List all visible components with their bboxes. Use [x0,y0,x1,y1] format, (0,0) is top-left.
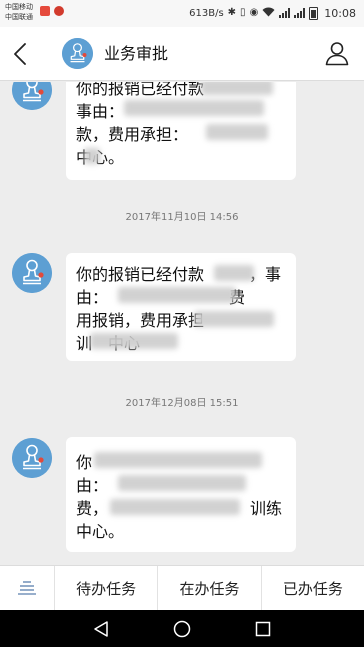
redacted-region [214,265,254,281]
back-button[interactable] [4,36,36,72]
message-list[interactable]: 你的报销已经付款 事由： 款，费用承担： 中心。 2017年11月10日 14:… [0,82,364,565]
status-bar: 中国移动 中国联通 613B/s ✱ ▯ ◉ 10:08 [0,0,364,27]
battery-icon [309,6,319,20]
message-line: 训练 [250,499,283,518]
bluetooth-icon: ✱ [227,7,237,18]
message-line: 你 [76,453,93,472]
tab-in-progress-tasks[interactable]: 在办任务 [157,565,260,611]
page-title: 业务审批 [104,44,169,63]
stamp-icon [12,438,52,478]
message-line: 用报销，费用承担 [76,311,205,330]
redacted-region [110,499,240,515]
redacted-region [90,333,178,349]
message-bubble[interactable]: 你 由： 费， 训练 中心。 [66,437,296,552]
home-circle-icon [173,620,191,637]
menu-icon [18,581,36,595]
wifi-icon [262,7,275,20]
tab-completed-tasks[interactable]: 已办任务 [260,565,364,611]
redacted-region [124,100,264,116]
nav-home-button[interactable] [170,617,194,641]
notification-alert-icon [54,6,64,16]
menu-button[interactable] [0,566,54,611]
message-avatar [12,438,52,478]
message-bubble[interactable]: 你的报销已经付款，事 由：费 用报销，费用承担 训中心 [66,253,296,361]
carrier-1: 中国移动 [5,3,33,11]
message-timestamp: 2017年11月10日 14:56 [125,212,239,223]
user-profile-button[interactable] [320,36,354,70]
redacted-region [118,287,236,303]
message-line: 费， [76,499,109,518]
chevron-left-icon [14,43,26,65]
signal-icon-2 [294,8,306,18]
tab-pending-tasks[interactable]: 待办任务 [54,565,157,611]
vibrate-icon: ▯ [240,7,246,18]
message-line: 中心。 [76,522,125,541]
recents-square-icon [256,621,271,636]
eye-icon: ◉ [249,7,259,18]
message-line: 你的报销已经付款 [76,265,205,284]
message-line: 你的报销已经付款 [76,82,205,98]
message-line: 由： [76,288,109,307]
redacted-region [201,82,273,95]
message-line: 事由： [76,102,125,121]
message-avatar [12,253,52,293]
redacted-region [206,124,268,140]
bottom-tab-bar: 待办任务 在办任务 已办任务 [0,565,364,611]
signal-icon [279,8,291,18]
back-triangle-icon [93,620,108,637]
person-icon [325,42,349,66]
clock: 10:08 [324,6,356,20]
network-speed: 613B/s [189,7,224,19]
carrier-2: 中国联通 [5,13,33,21]
system-nav-bar [0,610,364,647]
message-timestamp: 2017年12月08日 15:51 [125,398,239,409]
header-avatar [62,38,93,69]
stamp-icon [62,38,93,69]
message-line: 款，费用承担： [76,125,189,144]
message-avatar [12,82,52,110]
nav-recents-button[interactable] [251,617,275,641]
notification-app-icon [40,6,50,16]
redacted-region [194,311,274,327]
status-indicators: 613B/s ✱ ▯ ◉ 10:08 [189,5,356,21]
app-header: 业务审批 [0,27,364,81]
stamp-icon [12,253,52,293]
message-bubble[interactable]: 你的报销已经付款 事由： 款，费用承担： 中心。 [66,82,296,180]
redacted-region [118,475,246,491]
redacted-region [84,148,100,164]
message-line: 由： [76,476,109,495]
redacted-region [94,452,262,468]
stamp-icon [12,82,52,110]
nav-back-button[interactable] [89,617,113,641]
